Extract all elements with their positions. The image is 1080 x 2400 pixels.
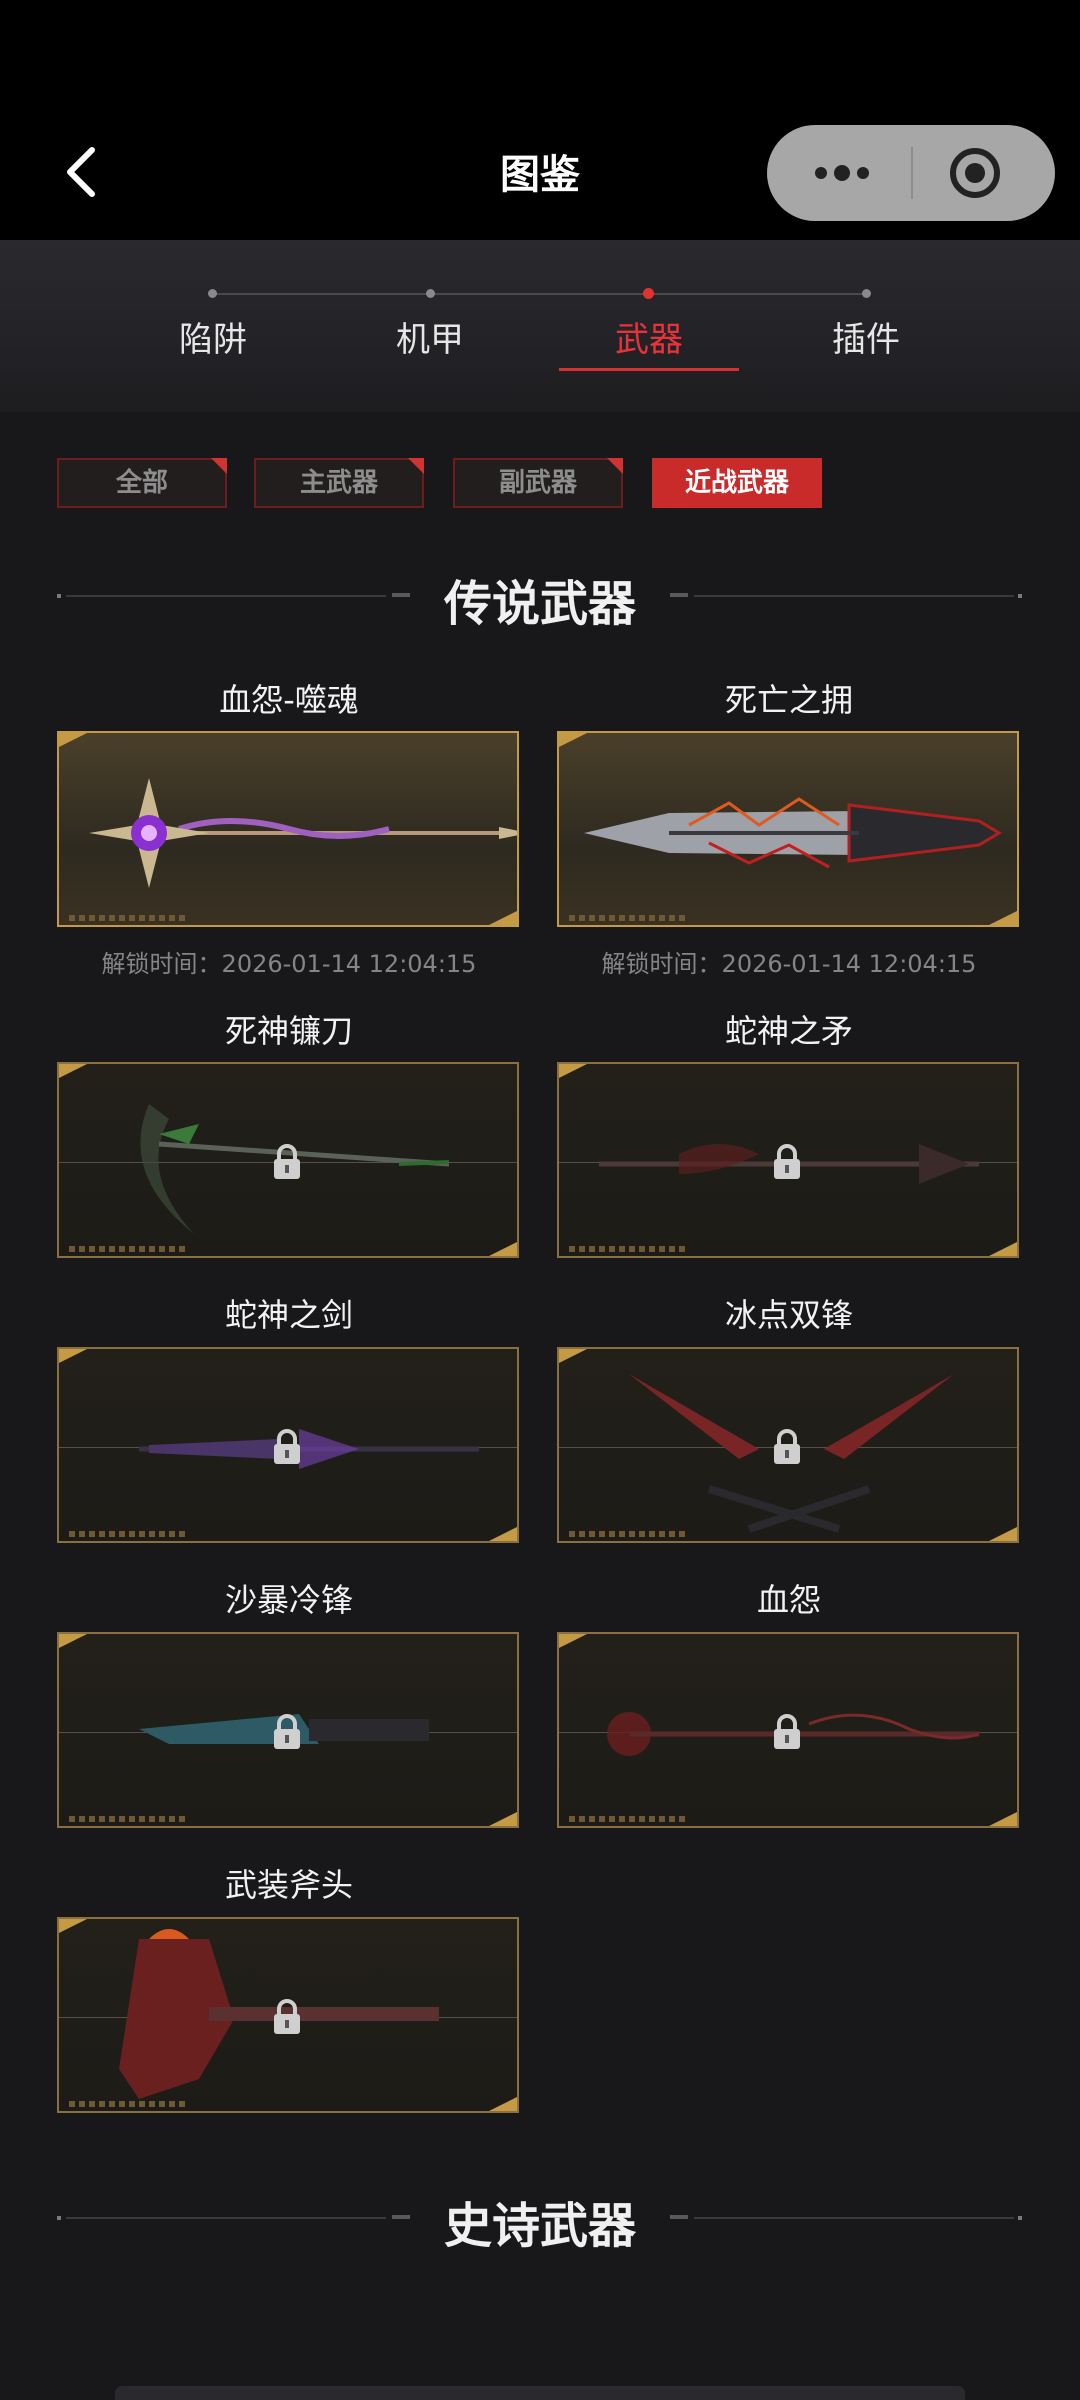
unlock-time: 解锁时间：2026-01-14 12:04:15: [101, 950, 477, 978]
section-title-legendary: 传说武器: [443, 576, 636, 632]
section-line-right: [694, 2217, 1014, 2219]
category-dot: [426, 289, 435, 298]
item-name: 血怨: [756, 1581, 821, 1619]
lock-icon: [274, 1714, 300, 1749]
tab-plugins[interactable]: 插件: [766, 312, 966, 361]
subtab-secondary[interactable]: 副武器: [453, 458, 623, 508]
mini-program-capsule: [767, 125, 1055, 221]
active-tab-underline: [559, 368, 739, 371]
section-title-epic: 史诗武器: [443, 2198, 636, 2254]
item-name: 沙暴冷锋: [224, 1581, 353, 1619]
tab-traps[interactable]: 陷阱: [113, 312, 313, 361]
subtab-secondary-label: 副武器: [498, 468, 577, 498]
subtab-melee[interactable]: 近战武器: [652, 458, 822, 508]
section-line-end: [1018, 2216, 1022, 2220]
item-name: 蛇神之剑: [224, 1296, 353, 1334]
lock-icon: [274, 1999, 300, 2034]
category-dot: [208, 289, 217, 298]
subtab-primary-label: 主武器: [299, 468, 378, 498]
subtab-all-label: 全部: [115, 468, 168, 498]
category-tabs: 陷阱 机甲 武器 插件: [0, 240, 1080, 412]
section-dash: [670, 593, 688, 597]
category-dot: [862, 289, 871, 298]
subtab-melee-label: 近战武器: [684, 468, 789, 498]
item-name: 蛇神之矛: [724, 1012, 853, 1050]
weapon-card[interactable]: [57, 1632, 519, 1828]
weapon-card[interactable]: [57, 1062, 519, 1258]
item-name: 血怨-噬魂: [219, 681, 359, 719]
section-line-end: [1018, 594, 1022, 598]
item-name: 死亡之拥: [724, 681, 853, 719]
weapon-card[interactable]: [557, 1062, 1019, 1258]
lock-icon: [774, 1714, 800, 1749]
top-bar: 图鉴: [0, 0, 1080, 240]
category-track: [212, 293, 868, 295]
weapon-art: [89, 778, 517, 888]
weapon-card[interactable]: [57, 1347, 519, 1543]
category-dot-active: [643, 288, 654, 299]
subtab-primary[interactable]: 主武器: [254, 458, 424, 508]
tab-mecha[interactable]: 机甲: [330, 312, 530, 361]
weapon-card[interactable]: [57, 731, 519, 927]
unlock-time: 解锁时间：2026-01-14 12:04:15: [601, 950, 977, 978]
lock-icon: [774, 1429, 800, 1464]
lock-icon: [274, 1429, 300, 1464]
weapon-card[interactable]: [57, 1917, 519, 2113]
capsule-divider: [911, 147, 913, 199]
item-name: 冰点双锋: [724, 1296, 853, 1334]
weapon-card[interactable]: [557, 1632, 1019, 1828]
item-name: 武装斧头: [224, 1866, 353, 1904]
bottom-edge: [115, 2386, 965, 2400]
target-close-icon[interactable]: [947, 145, 1003, 201]
tab-weapons[interactable]: 武器: [549, 312, 749, 361]
lock-icon: [274, 1144, 300, 1179]
section-dash: [670, 2215, 688, 2219]
more-dots-icon[interactable]: [807, 153, 877, 193]
weapon-card[interactable]: [557, 731, 1019, 927]
section-line-right: [694, 595, 1014, 597]
weapon-art: [584, 797, 1002, 869]
subtab-all[interactable]: 全部: [57, 458, 227, 508]
lock-icon: [774, 1144, 800, 1179]
weapon-card[interactable]: [557, 1347, 1019, 1543]
item-name: 死神镰刀: [224, 1012, 353, 1050]
